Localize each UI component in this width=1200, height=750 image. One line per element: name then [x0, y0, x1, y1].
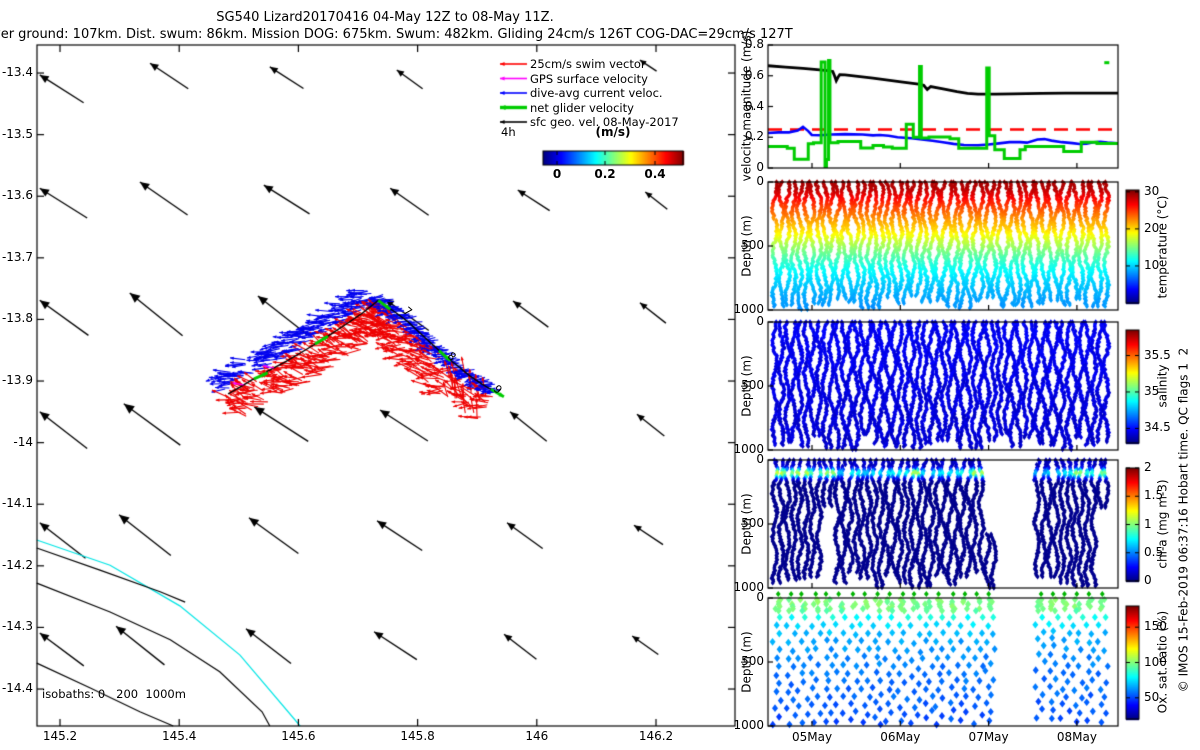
legend-colorbar-tick-0: 0	[553, 168, 561, 181]
map-x-tick-4: 146	[525, 730, 548, 743]
chla-cb-tick-2: 1	[1144, 518, 1152, 531]
oxygen-cb-tick-1: 100	[1144, 656, 1167, 669]
map-y-tick-8: -14.2	[2, 559, 33, 572]
page-subtitle: Dist. over ground: 107km. Dist. swum: 86…	[0, 28, 793, 42]
time-x-tick-0: 05May	[792, 731, 832, 744]
glider-mission-figure: SG540 Lizard20170416 04-May 12Z to 08-Ma…	[0, 0, 1200, 750]
temperature-depth-tick-1: 500	[741, 239, 764, 252]
salinity-cb-tick-2: 34.5	[1144, 421, 1171, 434]
velocity-y-tick-3: 0.6	[745, 69, 764, 82]
oxygen-cb-tick-0: 150	[1144, 620, 1167, 633]
temperature-colorbar-label: temperature (°C)	[1157, 196, 1170, 299]
legend-label-dive-avg-current: dive-avg current veloc.	[530, 87, 663, 99]
velocity-y-tick-0: 0	[756, 161, 764, 174]
oxygen-cb-tick-2: 50	[1144, 691, 1159, 704]
salinity-depth-tick-1: 500	[741, 379, 764, 392]
map-x-tick-5: 146.2	[639, 730, 673, 743]
velocity-y-tick-2: 0.4	[745, 100, 764, 113]
map-y-tick-3: -13.7	[2, 251, 33, 264]
temperature-cb-tick-0: 30	[1144, 185, 1159, 198]
map-y-tick-4: -13.8	[2, 312, 33, 325]
oxygen-depth-tick-2: 1000	[733, 719, 764, 732]
map-y-tick-2: -13.6	[2, 189, 33, 202]
temperature-cb-tick-2: 10	[1144, 259, 1159, 272]
salinity-cb-tick-0: 35.5	[1144, 349, 1171, 362]
map-y-tick-6: -14	[13, 436, 33, 449]
salinity-cb-tick-1: 35	[1144, 385, 1159, 398]
chla-cb-tick-3: 0.5	[1144, 546, 1163, 559]
velocity-y-tick-4: 0.8	[745, 38, 764, 51]
legend-label-swim-vector: 25cm/s swim vector	[530, 58, 646, 70]
map-x-tick-0: 145.2	[43, 730, 77, 743]
map-y-tick-10: -14.4	[2, 682, 33, 695]
legend-label-net-glider-velocity: net glider velocity	[530, 102, 634, 114]
map-y-tick-5: -13.9	[2, 374, 33, 387]
legend-colorbar-tick-1: 0.2	[594, 168, 615, 181]
map-x-tick-2: 145.6	[281, 730, 315, 743]
map-y-tick-1: -13.5	[2, 128, 33, 141]
page-title: SG540 Lizard20170416 04-May 12Z to 08-Ma…	[216, 11, 553, 25]
oxygen-depth-tick-1: 500	[741, 655, 764, 668]
legend-colorbar-title: (m/s)	[596, 126, 631, 139]
chla-depth-tick-0: 0	[756, 453, 764, 466]
time-x-tick-3: 08May	[1057, 731, 1097, 744]
map-y-tick-0: -13.4	[2, 66, 33, 79]
isobaths-label: isobaths: 0 200 1000m	[42, 688, 186, 700]
chla-depth-tick-1: 500	[741, 517, 764, 530]
velocity-y-tick-1: 0.2	[745, 130, 764, 143]
temperature-cb-tick-1: 20	[1144, 222, 1159, 235]
imos-watermark: © IMOS 15-Feb-2019 06:37:16 Hobart time.…	[1178, 348, 1191, 692]
map-x-tick-3: 145.8	[400, 730, 434, 743]
time-x-tick-1: 06May	[880, 731, 920, 744]
temperature-depth-tick-0: 0	[756, 175, 764, 188]
salinity-depth-tick-0: 0	[756, 315, 764, 328]
legend-colorbar-tick-2: 0.4	[644, 168, 665, 181]
chla-cb-tick-0: 2	[1144, 461, 1152, 474]
legend-label-gps-velocity: GPS surface velocity	[530, 73, 648, 85]
chla-cb-tick-1: 1.5	[1144, 489, 1163, 502]
oxygen-depth-tick-0: 0	[756, 591, 764, 604]
chla-cb-tick-4: 0	[1144, 574, 1152, 587]
map-x-tick-1: 145.4	[162, 730, 196, 743]
legend-scale-label: 4h	[501, 126, 516, 138]
map-y-tick-9: -14.3	[2, 620, 33, 633]
time-x-tick-2: 07May	[969, 731, 1009, 744]
map-y-tick-7: -14.1	[2, 497, 33, 510]
